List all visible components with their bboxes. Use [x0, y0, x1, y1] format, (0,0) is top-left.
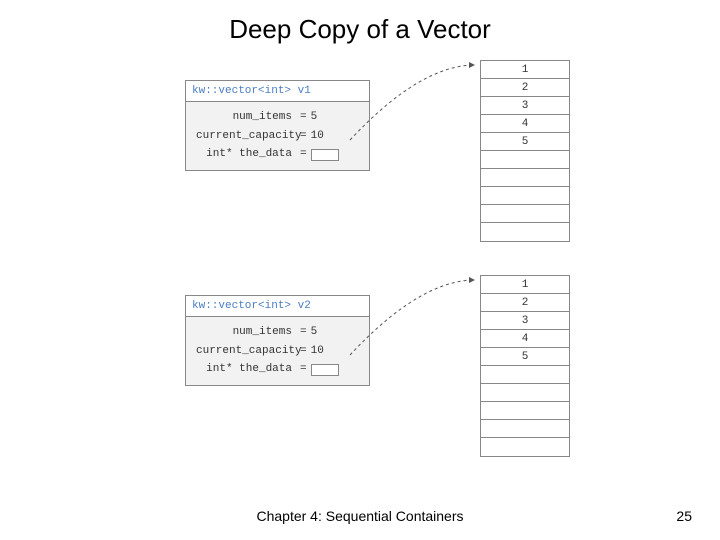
- v2-num-items-value: 5: [311, 323, 318, 342]
- array2-cell: 1: [481, 276, 569, 294]
- array2-cell: 5: [481, 348, 569, 366]
- eq-sign: =: [296, 108, 311, 127]
- v2-data-row: int* the_data =: [196, 360, 359, 379]
- array1-cell: [481, 187, 569, 205]
- eq-sign: =: [296, 323, 311, 342]
- v2-num-items-label: num_items: [196, 323, 296, 342]
- eq-sign: =: [296, 127, 311, 146]
- page-number: 25: [676, 508, 692, 524]
- vector-v1-box: kw::vector<int> v1 num_items = 5 current…: [185, 80, 370, 171]
- v2-header: kw::vector<int> v2: [186, 296, 369, 317]
- array-v2: 1 2 3 4 5: [480, 275, 570, 457]
- array1-cell: 1: [481, 61, 569, 79]
- array2-cell: [481, 366, 569, 384]
- array2-cell: [481, 420, 569, 438]
- array1-cell: 5: [481, 133, 569, 151]
- eq-sign: =: [296, 342, 311, 361]
- array2-cell: [481, 402, 569, 420]
- v1-pointer-box: [311, 149, 339, 161]
- v1-num-items-label: num_items: [196, 108, 296, 127]
- array1-cell: [481, 205, 569, 223]
- array-v1: 1 2 3 4 5: [480, 60, 570, 242]
- v2-capacity-value: 10: [311, 342, 324, 361]
- v2-capacity-row: current_capacity = 10: [196, 342, 359, 361]
- array2-cell: [481, 384, 569, 402]
- eq-sign: =: [296, 145, 311, 164]
- v2-data-label: int* the_data: [196, 360, 296, 379]
- v2-num-items-row: num_items = 5: [196, 323, 359, 342]
- v1-capacity-row: current_capacity = 10: [196, 127, 359, 146]
- vector-v2-box: kw::vector<int> v2 num_items = 5 current…: [185, 295, 370, 386]
- array1-cell: 2: [481, 79, 569, 97]
- array1-cell: 4: [481, 115, 569, 133]
- array1-cell: [481, 223, 569, 241]
- array2-cell: 4: [481, 330, 569, 348]
- v1-capacity-value: 10: [311, 127, 324, 146]
- v1-num-items-value: 5: [311, 108, 318, 127]
- v1-data-label: int* the_data: [196, 145, 296, 164]
- v1-data-row: int* the_data =: [196, 145, 359, 164]
- array1-cell: [481, 169, 569, 187]
- v1-body: num_items = 5 current_capacity = 10 int*…: [186, 102, 369, 170]
- v2-capacity-label: current_capacity: [196, 342, 296, 361]
- array2-cell: [481, 438, 569, 456]
- v1-capacity-label: current_capacity: [196, 127, 296, 146]
- eq-sign: =: [296, 360, 311, 379]
- v1-header: kw::vector<int> v1: [186, 81, 369, 102]
- slide-title: Deep Copy of a Vector: [0, 14, 720, 45]
- chapter-footer: Chapter 4: Sequential Containers: [0, 508, 720, 524]
- array2-cell: 3: [481, 312, 569, 330]
- v2-pointer-box: [311, 364, 339, 376]
- array1-cell: 3: [481, 97, 569, 115]
- array1-cell: [481, 151, 569, 169]
- v2-body: num_items = 5 current_capacity = 10 int*…: [186, 317, 369, 385]
- array2-cell: 2: [481, 294, 569, 312]
- v1-num-items-row: num_items = 5: [196, 108, 359, 127]
